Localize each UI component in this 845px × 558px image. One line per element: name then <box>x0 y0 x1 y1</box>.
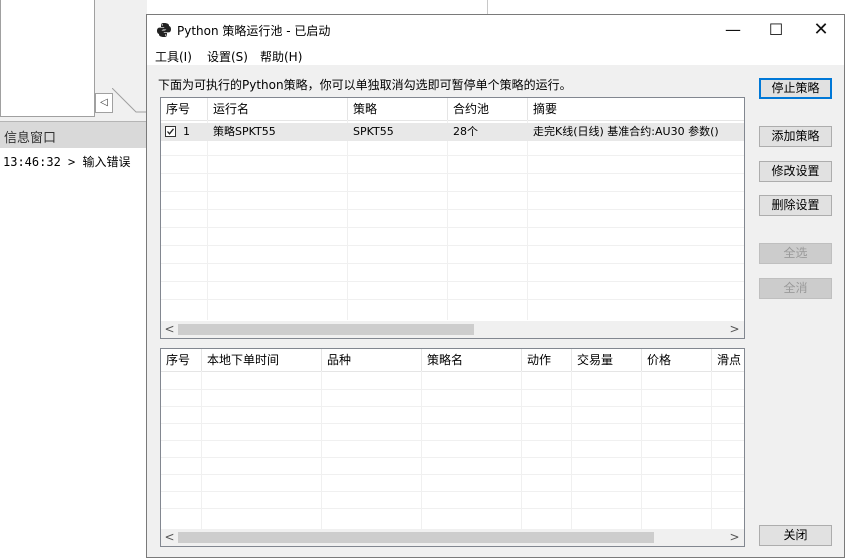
row-index: 1 <box>183 125 190 138</box>
row-run-name: 策略SPKT55 <box>213 125 276 138</box>
delete-settings-button[interactable]: 删除设置 <box>759 195 832 216</box>
grid-line <box>447 120 448 320</box>
order-table-hscrollbar[interactable]: < > <box>161 529 744 546</box>
scroll-left-icon[interactable]: < <box>161 529 178 546</box>
background-panel: ◁ 信息窗口 13:46:32 > 输入错误 <box>0 0 148 558</box>
grid-line <box>161 173 744 174</box>
strategy-table-header: 序号 运行名 策略 合约池 摘要 <box>161 98 744 121</box>
checkmark-icon <box>167 128 175 135</box>
column-header-strategy[interactable]: 策略 <box>348 98 448 120</box>
title-bar[interactable]: Python 策略运行池 - 已启动 — ☐ ✕ <box>147 15 844 45</box>
strategy-pool-window: Python 策略运行池 - 已启动 — ☐ ✕ 工具(I) 设置(S) 帮助(… <box>146 14 845 558</box>
table-row[interactable]: 1 策略SPKT55 SPKT55 28个 走完K线(日线) 基准合约:AU30… <box>161 123 744 141</box>
order-table-header: 序号 本地下单时间 品种 策略名 动作 交易量 价格 滑点 <box>161 349 744 372</box>
grid-line <box>527 120 528 320</box>
menu-settings[interactable]: 设置(S) <box>207 48 248 65</box>
info-window-title: 信息窗口 <box>4 131 57 146</box>
row-checkbox[interactable] <box>165 126 176 137</box>
window-title: Python 策略运行池 - 已启动 <box>177 24 331 38</box>
grid-line <box>161 474 744 475</box>
divider <box>487 0 488 14</box>
description-text: 下面为可执行的Python策略，你可以单独取消勾选即可暂停单个策略的运行。 <box>158 78 572 92</box>
menu-help[interactable]: 帮助(H) <box>260 48 302 65</box>
grid-line <box>321 371 322 529</box>
menu-bar: 工具(I) 设置(S) 帮助(H) <box>147 45 844 65</box>
stop-strategy-button[interactable]: 停止策略 <box>759 78 832 99</box>
background-list[interactable] <box>0 0 95 117</box>
column-header-pool[interactable]: 合约池 <box>448 98 528 120</box>
grid-line <box>161 155 744 156</box>
grid-line <box>161 299 744 300</box>
log-line: 13:46:32 > 输入错误 <box>3 155 131 169</box>
modify-settings-button[interactable]: 修改设置 <box>759 161 832 182</box>
grid-line <box>161 491 744 492</box>
order-table: 序号 本地下单时间 品种 策略名 动作 交易量 价格 滑点 < > <box>160 348 745 547</box>
grid-line <box>161 245 744 246</box>
column-header-price[interactable]: 价格 <box>642 349 712 371</box>
scroll-left-icon[interactable]: ◁ <box>95 93 113 113</box>
grid-line <box>641 371 642 529</box>
grid-line <box>161 281 744 282</box>
scroll-right-icon[interactable]: > <box>726 321 743 338</box>
strategy-table: 序号 运行名 策略 合约池 摘要 1 策略SPKT55 SPKT55 28个 走… <box>160 97 745 339</box>
grid-line <box>161 440 744 441</box>
column-header-product[interactable]: 品种 <box>322 349 422 371</box>
scroll-right-icon[interactable]: > <box>726 529 743 546</box>
grid-line <box>571 371 572 529</box>
row-pool: 28个 <box>453 125 478 138</box>
minimize-button[interactable]: — <box>710 15 756 45</box>
column-header-index[interactable]: 序号 <box>161 349 202 371</box>
grid-line <box>161 508 744 509</box>
column-header-run-name[interactable]: 运行名 <box>208 98 348 120</box>
row-strategy: SPKT55 <box>353 125 394 138</box>
column-header-slippage[interactable]: 滑点 <box>712 349 744 371</box>
menu-tools[interactable]: 工具(I) <box>155 48 192 65</box>
column-header-action[interactable]: 动作 <box>522 349 572 371</box>
column-header-volume[interactable]: 交易量 <box>572 349 642 371</box>
grid-line <box>161 263 744 264</box>
background-area <box>147 0 845 14</box>
grid-line <box>421 371 422 529</box>
grid-line <box>521 371 522 529</box>
row-summary: 走完K线(日线) 基准合约:AU30 参数() <box>533 125 719 138</box>
tab-edge <box>112 88 148 113</box>
deselect-all-button[interactable]: 全消 <box>759 278 832 299</box>
scroll-thumb[interactable] <box>178 324 474 335</box>
scroll-left-icon[interactable]: < <box>161 321 178 338</box>
grid-line <box>161 191 744 192</box>
close-window-button[interactable]: ✕ <box>798 15 844 45</box>
grid-line <box>161 423 744 424</box>
grid-line <box>201 371 202 529</box>
grid-line <box>711 371 712 529</box>
info-window-body: 13:46:32 > 输入错误 <box>0 148 147 558</box>
python-icon <box>157 23 171 37</box>
column-header-order-time[interactable]: 本地下单时间 <box>202 349 322 371</box>
maximize-button[interactable]: ☐ <box>753 15 799 45</box>
strategy-table-hscrollbar[interactable]: < > <box>161 321 744 338</box>
column-header-index[interactable]: 序号 <box>161 98 208 120</box>
grid-line <box>161 227 744 228</box>
info-window-header: 信息窗口 <box>0 121 147 149</box>
close-button[interactable]: 关闭 <box>759 525 832 546</box>
column-header-strategy-name[interactable]: 策略名 <box>422 349 522 371</box>
grid-line <box>347 120 348 320</box>
add-strategy-button[interactable]: 添加策略 <box>759 126 832 147</box>
grid-line <box>161 406 744 407</box>
grid-line <box>161 457 744 458</box>
grid-line <box>161 209 744 210</box>
grid-line <box>207 120 208 320</box>
select-all-button[interactable]: 全选 <box>759 243 832 264</box>
grid-line <box>161 389 744 390</box>
scroll-thumb[interactable] <box>178 532 654 543</box>
column-header-summary[interactable]: 摘要 <box>528 98 744 120</box>
